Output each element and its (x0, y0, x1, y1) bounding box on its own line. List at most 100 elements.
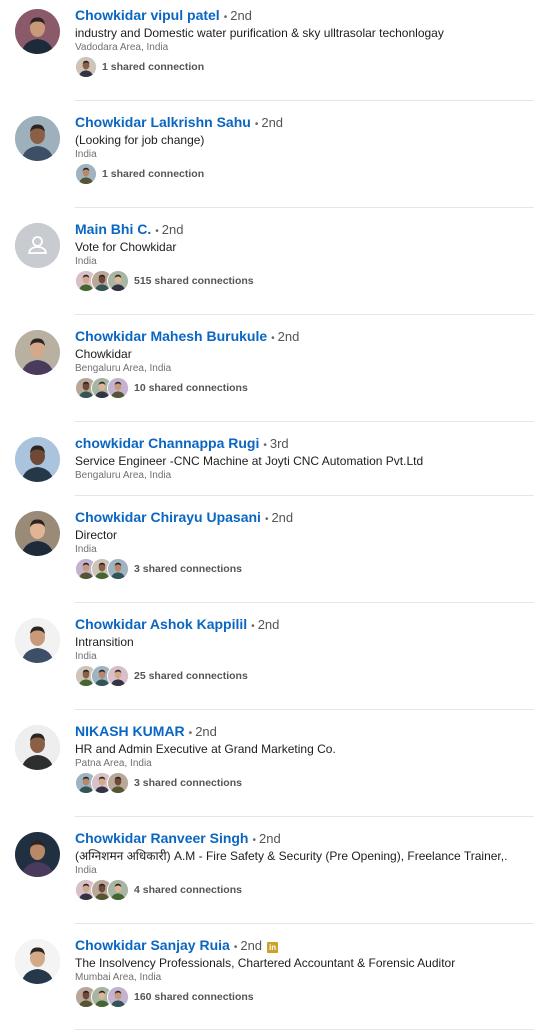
shared-connections-label[interactable]: 25 shared connections (134, 670, 248, 682)
shared-connections-label[interactable]: 1 shared connection (102, 168, 204, 180)
shared-connections-label[interactable]: 1 shared connection (102, 61, 204, 73)
profile-name-link[interactable]: Chowkidar Mahesh Burukule (75, 328, 267, 344)
profile-name-link[interactable]: Chowkidar Lalkrishn Sahu (75, 114, 251, 130)
degree-label: 2nd (259, 831, 281, 846)
connection-degree: • 2nd (252, 831, 280, 846)
shared-connections[interactable]: 1 shared connection (75, 56, 204, 78)
bullet-separator: • (263, 440, 267, 451)
profile-name-link[interactable]: Chowkidar Ranveer Singh (75, 830, 248, 846)
connection-degree: • 3rd (263, 436, 288, 451)
shared-connections[interactable]: 3 shared connections (75, 772, 242, 794)
shared-connections[interactable]: 160 shared connections (75, 986, 254, 1008)
shared-connections[interactable]: 4 shared connections (75, 879, 242, 901)
profile-headline: Chowkidar (75, 347, 132, 361)
degree-label: 2nd (261, 115, 284, 130)
shared-connections-label[interactable]: 10 shared connections (134, 382, 248, 394)
profile-headline: Intransition (75, 635, 134, 649)
result-info: Chowkidar Mahesh Burukule • 2nd Chowkidar Be… (75, 321, 534, 399)
connection-degree: • 2nd (271, 329, 299, 344)
bullet-separator: • (155, 226, 159, 237)
profile-name-link[interactable]: NIKASH KUMAR (75, 723, 185, 739)
shared-connection-avatar (107, 986, 129, 1008)
result-info: Chowkidar Ashok Kappilil • 2nd Intransition… (75, 609, 534, 687)
name-line: Chowkidar Ashok Kappilil • 2nd (75, 614, 534, 634)
profile-headline: (अग्निशमन अधिकारी) A.M - Fire Safety & S… (75, 849, 508, 863)
profile-headline: The Insolvency Professionals, Chartered … (75, 956, 456, 970)
profile-photo[interactable] (15, 832, 60, 877)
name-line: Chowkidar Mahesh Burukule • 2nd (75, 326, 534, 346)
profile-location: India (75, 544, 97, 555)
result-row[interactable]: Chowkidar Ranveer Singh • 2nd (अग्निशमन अधि… (0, 823, 534, 924)
shared-avatars (75, 163, 97, 185)
row-divider (75, 923, 534, 924)
profile-name-link[interactable]: chowkidar Channappa Rugi (75, 435, 259, 451)
shared-connections-label[interactable]: 515 shared connections (134, 275, 254, 287)
row-divider (75, 207, 534, 208)
shared-connections[interactable]: 10 shared connections (75, 377, 248, 399)
connection-degree: • 2nd (234, 938, 262, 953)
result-row[interactable]: chowkidar Channappa Rugi • 3rd Service Engi… (0, 428, 534, 496)
shared-connection-avatar (75, 163, 97, 185)
profile-photo[interactable] (15, 330, 60, 375)
shared-connection-avatar (107, 772, 129, 794)
result-info: chowkidar Channappa Rugi • 3rd Service Engi… (75, 428, 534, 483)
result-row[interactable]: Chowkidar Chirayu Upasani • 2nd Director Ind… (0, 502, 534, 603)
shared-connections[interactable]: 515 shared connections (75, 270, 254, 292)
degree-label: 2nd (195, 724, 217, 739)
shared-connection-avatar (75, 56, 97, 78)
linkedin-premium-icon: in (267, 942, 279, 953)
result-info: Chowkidar Ranveer Singh • 2nd (अग्निशमन अधि… (75, 823, 534, 901)
name-line: Chowkidar Sanjay Ruia • 2nd in (75, 935, 534, 955)
connection-degree: • 2nd (155, 222, 183, 237)
result-row[interactable]: Chowkidar Ashok Kappilil • 2nd Intransition… (0, 609, 534, 710)
result-row[interactable]: Chowkidar Mahesh Burukule • 2nd Chowkidar Be… (0, 321, 534, 422)
shared-connections-label[interactable]: 4 shared connections (134, 884, 242, 896)
profile-name-link[interactable]: Chowkidar vipul patel (75, 7, 220, 23)
shared-connections[interactable]: 25 shared connections (75, 665, 248, 687)
default-avatar-icon[interactable] (15, 223, 60, 268)
shared-connections-label[interactable]: 3 shared connections (134, 563, 242, 575)
degree-label: 2nd (240, 938, 263, 953)
shared-avatars (75, 56, 97, 78)
profile-name-link[interactable]: Chowkidar Ashok Kappilil (75, 616, 247, 632)
result-row[interactable]: Chowkidar Sanjay Ruia • 2nd in The Insolvenc… (0, 930, 534, 1030)
shared-connections[interactable]: 3 shared connections (75, 558, 242, 580)
bullet-separator: • (264, 514, 269, 525)
profile-photo[interactable] (15, 511, 60, 556)
bullet-separator: • (271, 333, 275, 344)
bullet-separator: • (254, 119, 259, 130)
profile-photo[interactable] (15, 725, 60, 770)
result-row[interactable]: Chowkidar vipul patel • 2nd industry and Do… (0, 0, 534, 101)
profile-photo[interactable] (15, 9, 60, 54)
connection-degree: • 2nd (255, 115, 283, 130)
result-row[interactable]: Chowkidar Lalkrishn Sahu • 2nd (Looking for… (0, 107, 534, 208)
bullet-separator: • (251, 621, 255, 632)
profile-name-link[interactable]: Chowkidar Sanjay Ruia (75, 937, 230, 953)
profile-name-link[interactable]: Chowkidar Chirayu Upasani (75, 509, 261, 525)
result-row[interactable]: NIKASH KUMAR • 2nd HR and Admin Executive a… (0, 716, 534, 817)
result-info: Chowkidar Sanjay Ruia • 2nd in The Insolvenc… (75, 930, 534, 1008)
shared-avatars (75, 986, 129, 1008)
profile-headline: Service Engineer -CNC Machine at Joyti C… (75, 454, 424, 468)
profile-photo[interactable] (15, 437, 60, 482)
name-line: Main Bhi C. • 2nd (75, 219, 534, 239)
shared-connections-label[interactable]: 3 shared connections (134, 777, 242, 789)
profile-name-link[interactable]: Main Bhi C. (75, 221, 151, 237)
connection-degree: • 2nd (189, 724, 217, 739)
connection-degree: • 2nd (265, 510, 293, 525)
shared-connections-label[interactable]: 160 shared connections (134, 991, 254, 1003)
profile-headline: Director (75, 528, 118, 542)
profile-photo[interactable] (15, 939, 60, 984)
result-info: Chowkidar Chirayu Upasani • 2nd Director Ind… (75, 502, 534, 580)
shared-connections[interactable]: 1 shared connection (75, 163, 204, 185)
bullet-separator: • (252, 835, 256, 846)
result-row[interactable]: Main Bhi C. • 2nd Vote for Chowkidar India 51… (0, 214, 534, 315)
profile-photo[interactable] (15, 116, 60, 161)
profile-location: Patna Area, India (75, 758, 152, 769)
shared-connection-avatar (107, 270, 129, 292)
connection-degree: • 2nd (251, 617, 279, 632)
shared-avatars (75, 558, 129, 580)
name-line: Chowkidar vipul patel • 2nd (75, 5, 534, 25)
degree-label: 3rd (269, 436, 289, 451)
profile-photo[interactable] (15, 618, 60, 663)
